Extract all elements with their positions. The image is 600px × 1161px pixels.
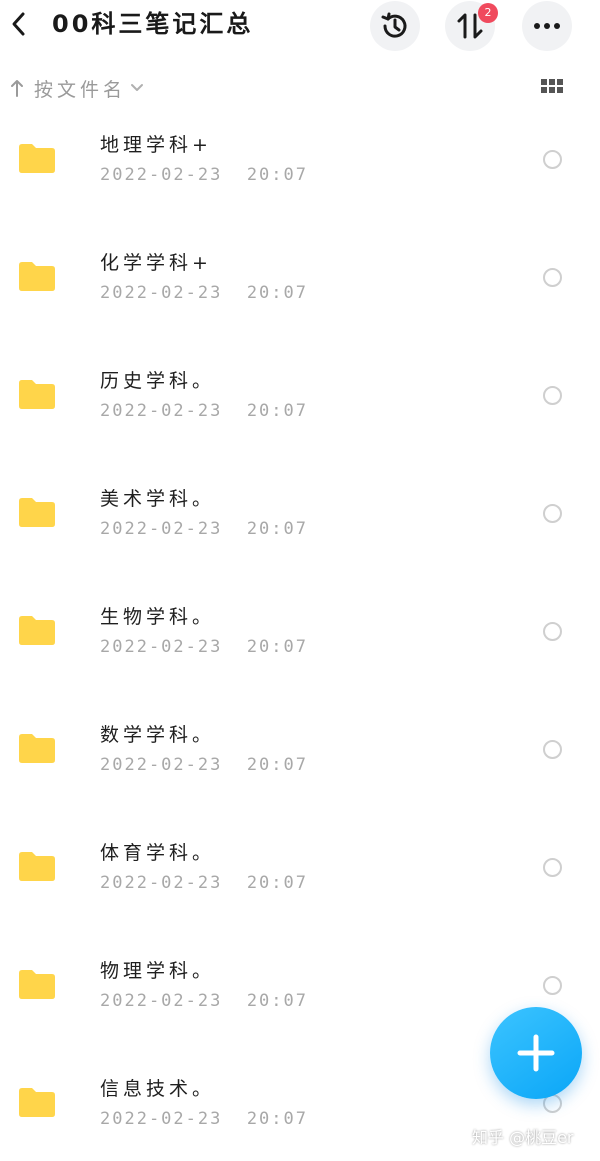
select-checkbox[interactable]	[543, 504, 562, 523]
select-checkbox[interactable]	[543, 622, 562, 641]
sort-label: 按文件名	[34, 78, 127, 101]
file-name: 数学学科。	[100, 724, 216, 746]
history-button[interactable]	[370, 1, 420, 51]
file-row[interactable]: 历史学科。 2022-02-23 20:07	[0, 336, 600, 454]
grid-view-icon	[541, 79, 563, 93]
file-date: 2022-02-23 20:07	[100, 637, 308, 657]
select-checkbox[interactable]	[543, 150, 562, 169]
back-button[interactable]	[4, 6, 34, 42]
file-name: 体育学科。	[100, 842, 216, 864]
plus-icon	[517, 1034, 555, 1072]
file-date: 2022-02-23 20:07	[100, 873, 308, 893]
more-horizontal-icon	[534, 23, 560, 29]
file-row[interactable]: 体育学科。 2022-02-23 20:07	[0, 808, 600, 926]
history-icon	[381, 12, 407, 38]
folder-icon	[19, 262, 55, 291]
file-date: 2022-02-23 20:07	[100, 519, 308, 539]
file-name: 信息技术。	[100, 1078, 216, 1100]
file-row[interactable]: 地理学科+ 2022-02-23 20:07	[0, 100, 600, 218]
grid-view-button[interactable]	[540, 78, 564, 98]
header: 00科三笔记汇总 2	[0, 0, 600, 51]
file-row[interactable]: 生物学科。 2022-02-23 20:07	[0, 572, 600, 690]
file-name: 地理学科+	[100, 134, 212, 156]
file-date: 2022-02-23 20:07	[100, 1109, 308, 1129]
file-row[interactable]: 化学学科+ 2022-02-23 20:07	[0, 218, 600, 336]
add-button[interactable]	[490, 1007, 582, 1099]
folder-icon	[19, 498, 55, 527]
file-row[interactable]: 美术学科。 2022-02-23 20:07	[0, 454, 600, 572]
transfer-count-badge: 2	[478, 3, 498, 23]
select-checkbox[interactable]	[543, 976, 562, 995]
file-name: 生物学科。	[100, 606, 216, 628]
select-checkbox[interactable]	[543, 740, 562, 759]
file-name: 物理学科。	[100, 960, 216, 982]
arrow-up-icon	[11, 80, 23, 97]
folder-icon	[19, 380, 55, 409]
file-date: 2022-02-23 20:07	[100, 165, 308, 185]
folder-icon	[19, 144, 55, 173]
more-button[interactable]	[522, 1, 572, 51]
select-checkbox[interactable]	[543, 386, 562, 405]
chevron-left-icon	[12, 12, 25, 36]
file-date: 2022-02-23 20:07	[100, 991, 308, 1011]
select-checkbox[interactable]	[543, 268, 562, 287]
file-row[interactable]: 数学学科。 2022-02-23 20:07	[0, 690, 600, 808]
file-date: 2022-02-23 20:07	[100, 283, 308, 303]
sort-by-name-button[interactable]: 按文件名	[10, 74, 144, 102]
folder-icon	[19, 852, 55, 881]
folder-icon	[19, 616, 55, 645]
folder-icon	[19, 970, 55, 999]
file-name: 化学学科+	[100, 252, 212, 274]
folder-icon	[19, 734, 55, 763]
file-name: 历史学科。	[100, 370, 216, 392]
folder-icon	[19, 1088, 55, 1117]
file-date: 2022-02-23 20:07	[100, 401, 308, 421]
file-name: 美术学科。	[100, 488, 216, 510]
watermark: 知乎 @桃豆er	[472, 1128, 574, 1147]
file-manager-screen: 00科三笔记汇总 2 按文件名 地理学科+ 2022-02-23 20:07 化…	[0, 0, 600, 1161]
file-date: 2022-02-23 20:07	[100, 755, 308, 775]
select-checkbox[interactable]	[543, 858, 562, 877]
chevron-down-icon	[131, 84, 144, 91]
page-title: 00科三笔记汇总	[52, 10, 254, 38]
